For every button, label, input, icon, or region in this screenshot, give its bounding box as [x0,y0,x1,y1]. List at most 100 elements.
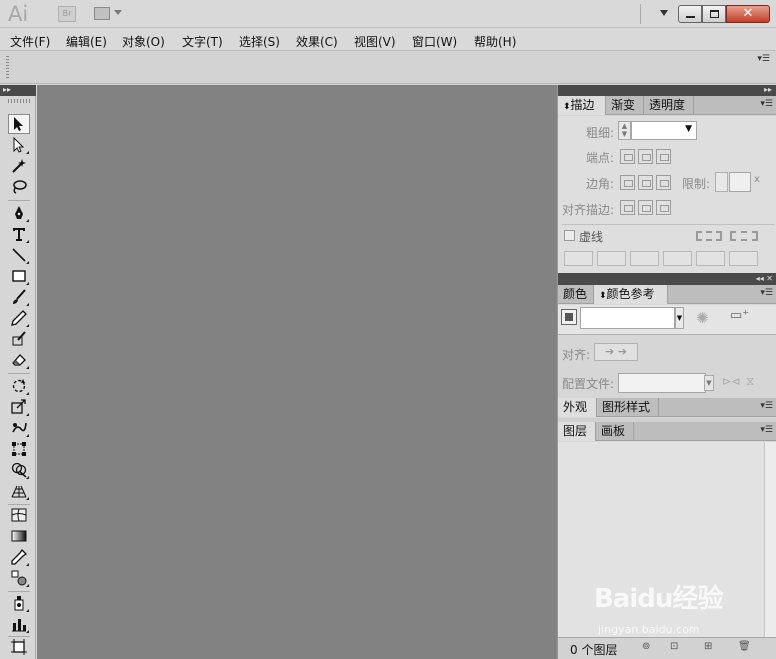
paintbrush-tool[interactable] [8,287,30,307]
minimize-button[interactable] [678,5,702,23]
dash-field[interactable] [696,251,725,266]
dash-preserve-icon[interactable] [696,231,722,241]
panel-menu-icon[interactable]: ▾☰ [760,401,773,411]
butt-cap-button[interactable] [620,149,635,164]
rotate-tool[interactable] [8,376,30,396]
pencil-tool[interactable] [8,308,30,328]
selection-tool[interactable] [8,114,30,134]
menu-edit[interactable]: 编辑(E) [66,33,107,50]
magic-wand-tool[interactable] [8,156,30,176]
make-clipping-mask-icon[interactable]: ⊡ [670,641,678,652]
arrange-documents-button[interactable] [94,6,126,22]
weight-dropdown[interactable]: ▼ [631,121,697,140]
tab-gradient[interactable]: 渐变 [606,96,644,115]
align-inside-button[interactable] [638,200,653,215]
tool-separator [8,373,30,374]
tab-color-guide[interactable]: ⬍颜色参考 [594,285,668,304]
align-arrows-button[interactable]: ➔ ➔ [594,343,638,361]
menu-select[interactable]: 选择(S) [239,33,280,50]
profile-dropdown[interactable] [618,373,706,393]
tab-stroke[interactable]: ⬍描边 [558,96,606,115]
menu-type[interactable]: 文字(T) [182,33,223,50]
restore-button[interactable] [702,5,726,23]
type-tool[interactable] [8,224,30,244]
panel-menu-icon[interactable]: ▾☰ [757,54,770,64]
artboard-tool[interactable] [8,637,30,657]
line-segment-tool[interactable] [8,245,30,265]
tools-panel-collapse[interactable]: ▸▸ [0,85,36,96]
dash-align-icon[interactable] [730,231,758,241]
align-center-button[interactable] [620,200,635,215]
projecting-cap-button[interactable] [656,149,671,164]
distribute-icon[interactable]: ⧖ [746,374,754,389]
panel-menu-icon[interactable]: ▾☰ [760,425,773,435]
new-sublayer-icon[interactable]: ⊞ [704,641,712,652]
lasso-tool[interactable] [8,177,30,197]
chevron-down-icon[interactable]: ▼ [704,375,714,391]
panel-menu-icon[interactable]: ▾☰ [760,288,773,298]
floating-panel-header[interactable]: ◂◂ ✕ [558,273,776,285]
tab-layers[interactable]: 图层 [558,422,596,441]
dock-collapse[interactable]: ▸▸ [558,85,776,96]
chevron-down-icon[interactable]: ▼ [675,307,684,329]
mesh-tool[interactable] [8,505,30,525]
panel-menu-icon[interactable]: ▾☰ [760,99,773,109]
round-join-button[interactable] [638,175,653,190]
control-bar-grip[interactable] [6,56,9,80]
menu-view[interactable]: 视图(V) [354,33,396,50]
tools-grip[interactable] [8,99,30,103]
gap-field[interactable] [729,251,758,266]
weight-stepper[interactable]: ▲ ▼ [618,121,631,140]
blend-tool[interactable] [8,568,30,588]
layers-scrollbar[interactable] [764,442,776,637]
document-canvas[interactable] [37,85,557,659]
dashed-line-checkbox[interactable] [564,230,575,241]
eyedropper-tool[interactable] [8,547,30,567]
limit-stepper[interactable] [715,172,728,192]
symbol-sprayer-icon [14,596,24,611]
gradient-tool[interactable] [8,526,30,546]
gap-field[interactable] [663,251,692,266]
warp-tool[interactable] [8,418,30,438]
direct-selection-tool[interactable] [8,135,30,155]
gap-field[interactable] [597,251,626,266]
workspace-switcher-dropdown[interactable] [660,10,668,16]
round-cap-button[interactable] [638,149,653,164]
shape-builder-tool[interactable] [8,460,30,480]
symbol-sprayer-tool[interactable] [8,593,30,613]
save-color-group-icon[interactable]: ▭⁺ [730,308,749,323]
scale-tool[interactable] [8,397,30,417]
edit-colors-icon[interactable]: ✺ [696,309,709,327]
layers-panel-tabs: 图层 画板 ▾☰ [558,422,776,441]
blob-brush-tool[interactable] [8,329,30,349]
harmony-rules-dropdown[interactable] [580,307,675,329]
limit-field[interactable] [729,172,751,192]
bevel-join-button[interactable] [656,175,671,190]
base-color-swatch[interactable] [561,309,577,325]
dash-field[interactable] [630,251,659,266]
rectangle-tool[interactable] [8,266,30,286]
menu-object[interactable]: 对象(O) [122,33,165,50]
perspective-grid-tool[interactable] [8,481,30,501]
menu-effect[interactable]: 效果(C) [296,33,338,50]
free-transform-tool[interactable] [8,439,30,459]
tab-artboards[interactable]: 画板 [596,422,634,441]
menu-file[interactable]: 文件(F) [10,33,50,50]
go-to-bridge-button[interactable]: Br [58,6,76,22]
miter-join-button[interactable] [620,175,635,190]
pen-tool[interactable] [8,203,30,223]
tab-appearance[interactable]: 外观 [558,398,597,417]
locate-object-icon[interactable]: ⊚ [642,641,650,652]
eraser-tool[interactable] [8,350,30,370]
tab-color[interactable]: 颜色 [558,285,594,304]
tab-transparency[interactable]: 透明度 [644,96,694,115]
dash-field[interactable] [564,251,593,266]
column-graph-tool[interactable] [8,614,30,634]
menu-help[interactable]: 帮助(H) [474,33,516,50]
menu-window[interactable]: 窗口(W) [412,33,457,50]
flip-icon[interactable]: ⊳⊲ [722,375,740,388]
close-button[interactable]: ✕ [726,5,770,23]
align-outside-button[interactable] [656,200,671,215]
trash-icon[interactable]: 🗑 [738,641,751,652]
tab-graphic-styles[interactable]: 图形样式 [597,398,659,417]
